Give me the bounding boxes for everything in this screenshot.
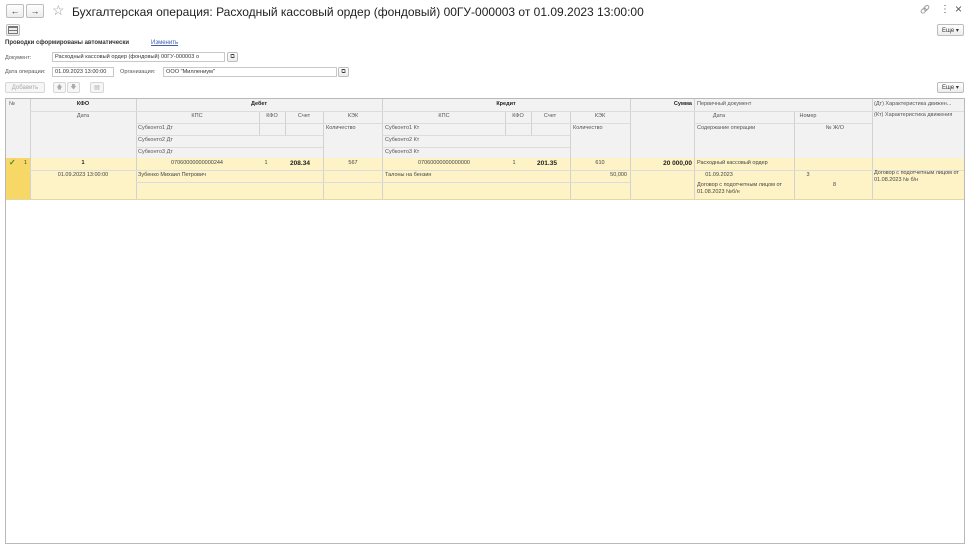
header-kt-kfo: КФО [512, 113, 524, 119]
row-kt-char: Договор с подотчетным лицом от 01.08.202… [874, 170, 959, 183]
forward-button[interactable]: → [26, 4, 44, 18]
header-sub1-dt: Субконто1 Дт [138, 125, 173, 131]
date-field[interactable]: 01.09.2023 13:00:00 [52, 67, 114, 77]
arrow-down-icon: 🡇 [70, 84, 77, 91]
organization-field[interactable]: ООО "Миллениум" [163, 67, 337, 77]
row-dt-kps: 07060000000000244 [170, 160, 224, 166]
table-icon [8, 26, 18, 34]
header-pd-date: Дата [712, 113, 726, 119]
more-button[interactable]: Еще ▾ [937, 24, 964, 36]
open-document-button[interactable]: ⧉ [227, 52, 238, 62]
table-row[interactable] [6, 158, 964, 200]
header-dt-quantity: Количество [326, 125, 356, 131]
header-pd-number: Номер [799, 113, 817, 119]
link-icon[interactable]: 🔗 [920, 5, 930, 14]
row-kt-kfo: 1 [512, 160, 516, 166]
window-title: Бухгалтерская операция: Расходный кассов… [72, 5, 644, 19]
open-icon: ⧉ [230, 53, 235, 60]
fill-button[interactable]: ▤ [90, 82, 104, 93]
header-sub3-dt: Субконто3 Дт [138, 149, 173, 155]
header-kt-account: Счет [543, 113, 557, 119]
header-dt-kfo: КФО [266, 113, 278, 119]
row-journal: 8 [832, 182, 836, 188]
header-sum: Сумма [673, 101, 692, 107]
back-button[interactable]: ← [6, 4, 24, 18]
table-icon-button[interactable] [6, 24, 20, 36]
header-kfo: КФО [76, 101, 90, 107]
row-kt-sub1: Талоны на бензин [385, 172, 432, 178]
header-debit: Дебет [250, 101, 268, 107]
row-dt-kek: 567 [348, 160, 358, 166]
star-icon[interactable]: ☆ [52, 2, 65, 19]
header-content: Содержание операции [697, 125, 756, 131]
auto-postings-text: Проводки сформированы автоматически [5, 40, 130, 46]
row-pd-date: 01.09.2023 [705, 172, 733, 178]
row-kt-kek: 610 [595, 160, 605, 166]
header-dt-kek: КЭК [347, 113, 359, 119]
move-up-button[interactable]: 🡅 [53, 82, 66, 93]
header-kt-char: (Кт) Характеристика движения [874, 112, 953, 118]
row-pd-number: 3 [806, 172, 810, 178]
arrow-left-icon: ← [10, 6, 20, 16]
header-sub3-kt: Субконто3 Кт [385, 149, 420, 155]
row-kt-account: 201.35 [537, 160, 557, 167]
open-organization-button[interactable]: ⧉ [338, 67, 349, 77]
header-dt-account: Счет [297, 113, 311, 119]
header-sub2-kt: Субконто2 Кт [385, 137, 420, 143]
row-dt-kfo: 1 [264, 160, 268, 166]
row-pd-name: Расходный кассовый ордер [697, 160, 768, 166]
row-dt-sub1: Зубенко Михаил Петрович [138, 172, 206, 178]
header-num: № [9, 101, 15, 107]
header-primary-doc: Первичный документ [697, 101, 752, 107]
date-label: Дата операции: [5, 69, 46, 75]
add-button[interactable]: Добавить [5, 82, 45, 93]
close-icon[interactable]: × [955, 2, 962, 16]
open-icon: ⧉ [341, 68, 346, 75]
header-kt-kps: КПС [438, 113, 450, 119]
arrow-up-icon: 🡅 [56, 84, 63, 91]
row-sum: 20 000,00 [663, 160, 692, 167]
header-sub1-kt: Субконто1 Кт [385, 125, 420, 131]
document-field[interactable]: Расходный кассовый ордер (фондовый) 00ГУ… [52, 52, 225, 62]
row-kt-kps: 07060000000000000 [417, 160, 471, 166]
header-journal: № Ж/О [825, 125, 844, 131]
row-kfo: 1 [81, 160, 85, 166]
table-fill-icon: ▤ [94, 85, 100, 91]
table-more-button[interactable]: Еще ▾ [937, 82, 964, 93]
header-kt-kek: КЭК [594, 113, 606, 119]
header-kt-quantity: Количество [573, 125, 603, 131]
row-check-icon: ✓ [9, 158, 16, 167]
row-number: 1 [24, 160, 28, 166]
row-date: 01.09.2023 13:00:00 [57, 172, 109, 178]
row-content: Договор с подотчетным лицом от 01.08.202… [697, 182, 782, 195]
arrow-right-icon: → [30, 6, 40, 16]
change-link[interactable]: Изменить [151, 40, 178, 46]
header-dt-kps: КПС [191, 113, 203, 119]
header-dt-char: (Дт) Характеристика движен... [874, 101, 952, 107]
row-kt-quantity: 50,000 [610, 172, 627, 178]
document-label: Документ: [5, 55, 32, 61]
header-credit: Кредит [496, 101, 516, 107]
menu-icon[interactable]: ⋮ [940, 4, 950, 15]
postings-table[interactable]: № КФО Дата Дебет Кредит КПС КФО Счет КЭК… [5, 98, 965, 544]
header-sub2-dt: Субконто2 Дт [138, 137, 173, 143]
row-dt-account: 208.34 [290, 160, 310, 167]
header-date: Дата [76, 113, 90, 119]
move-down-button[interactable]: 🡇 [67, 82, 80, 93]
organization-label: Организация: [120, 69, 156, 75]
